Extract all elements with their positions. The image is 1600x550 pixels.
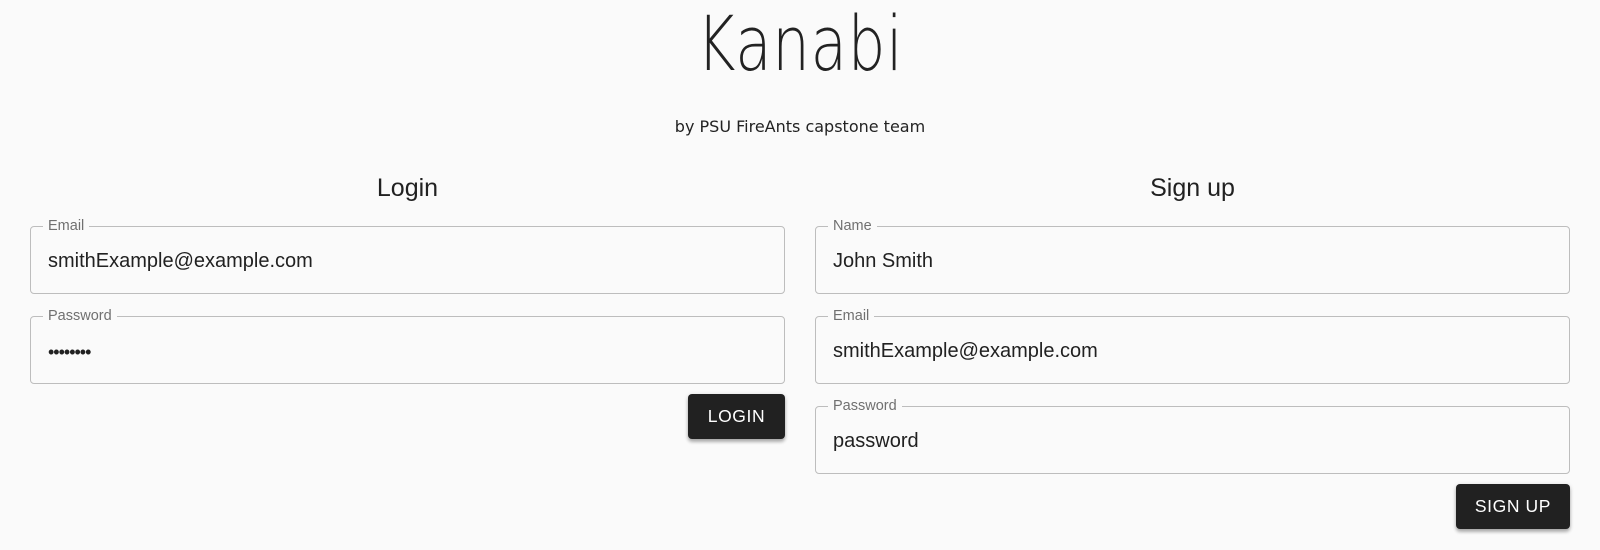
signup-password-value: password — [833, 430, 919, 452]
signup-name-value: John Smith — [833, 250, 934, 272]
login-heading: Login — [376, 174, 439, 202]
login-panel: Login Email smithExample@example.com Pas… — [30, 172, 785, 440]
signup-password-field[interactable]: Password password — [815, 397, 1570, 474]
auth-page: Kanabi by PSU FireAnts capstone team Log… — [0, 0, 1600, 550]
signup-name-label: Name — [828, 217, 877, 235]
app-logo-title: Kanabi — [696, 0, 904, 88]
login-button[interactable]: LOGIN — [688, 394, 785, 439]
signup-actions: SIGN UP — [815, 484, 1570, 530]
signup-heading: Sign up — [1150, 174, 1235, 202]
app-subtitle: by PSU FireAnts capstone team — [674, 117, 926, 136]
login-email-value: smithExample@example.com — [48, 250, 313, 272]
signup-password-label: Password — [828, 397, 902, 415]
login-password-label: Password — [43, 307, 117, 325]
login-actions: LOGIN — [30, 394, 785, 440]
login-password-value: •••••••• — [48, 342, 91, 362]
signup-name-field[interactable]: Name John Smith — [815, 217, 1570, 294]
login-email-label: Email — [43, 217, 90, 235]
signup-email-field[interactable]: Email smithExample@example.com — [815, 307, 1570, 384]
signup-email-value: smithExample@example.com — [833, 340, 1098, 362]
login-password-field[interactable]: Password •••••••• — [30, 307, 785, 384]
signup-button[interactable]: SIGN UP — [1456, 484, 1570, 529]
signup-email-label: Email — [828, 307, 875, 325]
login-email-field[interactable]: Email smithExample@example.com — [30, 217, 785, 294]
signup-panel: Sign up Name John Smith Email smithExamp… — [815, 172, 1570, 530]
